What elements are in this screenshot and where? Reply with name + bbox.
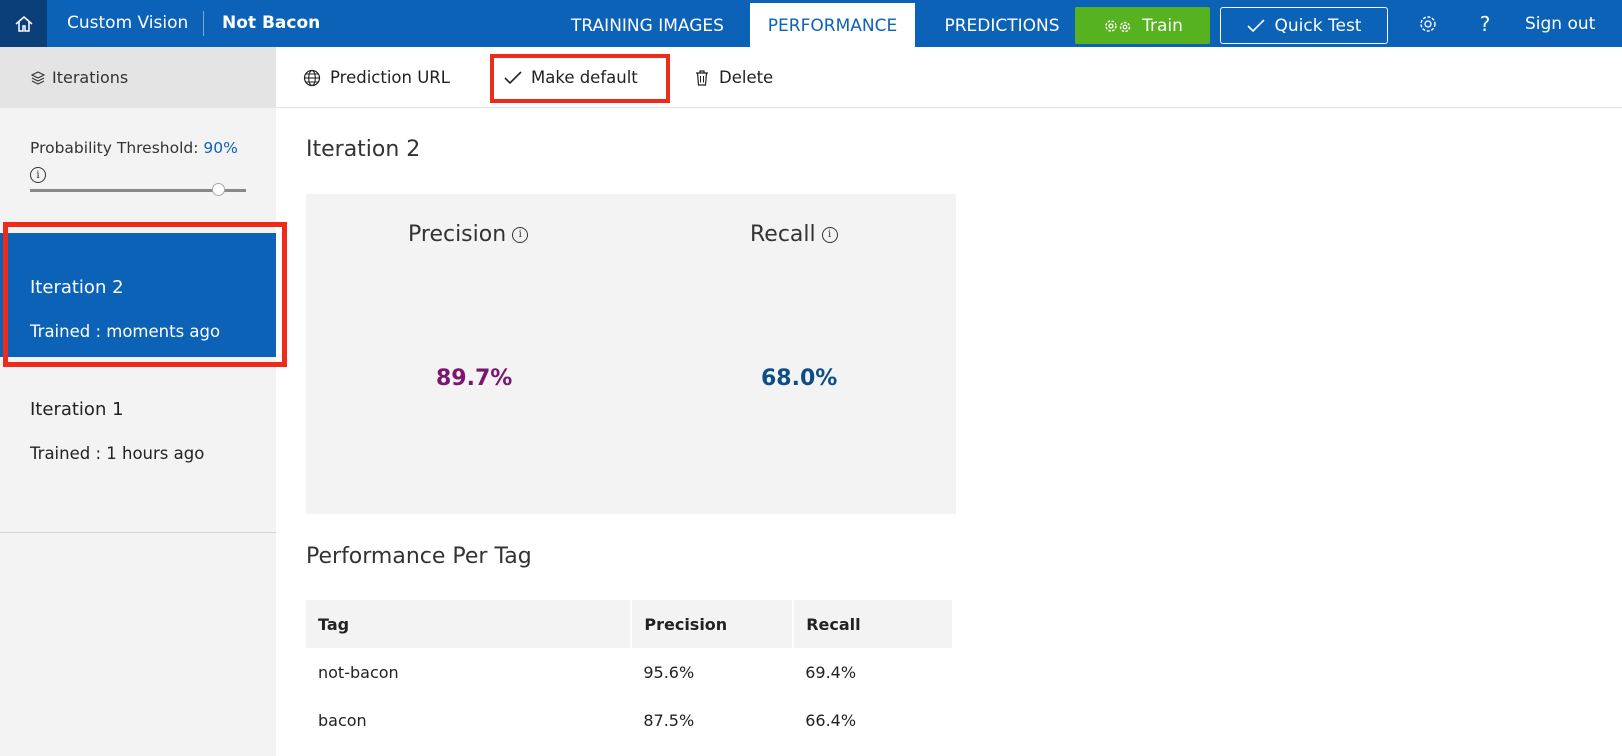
layers-icon	[30, 70, 46, 85]
tab-performance[interactable]: PERFORMANCE	[750, 3, 915, 47]
recall-value: 68.0%	[761, 366, 838, 391]
info-icon[interactable]: i	[512, 226, 529, 243]
home-button[interactable]	[0, 0, 47, 47]
help-button[interactable]: ?	[1470, 0, 1500, 47]
performance-per-tag-table: Tag Precision Recall not-bacon 95.6% 69.…	[306, 600, 954, 744]
checkmark-icon	[1246, 18, 1265, 32]
project-title[interactable]: Not Bacon	[222, 0, 320, 47]
quick-test-button[interactable]: Quick Test	[1220, 7, 1388, 44]
probability-threshold-label: Probability Threshold: 90%	[30, 139, 238, 157]
table-header-row: Tag Precision Recall	[306, 600, 954, 648]
top-bar: Custom Vision Not Bacon TRAINING IMAGES …	[0, 0, 1622, 47]
table-row: bacon 87.5% 66.4%	[306, 696, 953, 744]
tab-training-images[interactable]: TRAINING IMAGES	[560, 3, 735, 47]
delete-label: Delete	[719, 68, 774, 87]
recall-label-text: Recall	[750, 222, 816, 247]
help-icon: ?	[1479, 11, 1491, 36]
iteration-trained-time: Trained : 1 hours ago	[30, 444, 205, 463]
recall-cell: 69.4%	[805, 662, 857, 682]
table-row: not-bacon 95.6% 69.4%	[306, 648, 953, 696]
metrics-card: Precision i Recall i 89.7% 68.0%	[306, 194, 956, 514]
globe-icon	[303, 69, 321, 86]
train-button[interactable]: Train	[1075, 7, 1210, 44]
threshold-label-text: Probability Threshold:	[30, 139, 199, 157]
prediction-url-label: Prediction URL	[330, 68, 450, 87]
iteration-name: Iteration 1	[30, 399, 124, 420]
precision-cell: 87.5%	[643, 710, 695, 730]
recall-cell: 66.4%	[805, 710, 857, 730]
tab-predictions[interactable]: PREDICTIONS	[927, 3, 1077, 47]
title-divider	[203, 11, 204, 36]
toolbar: Prediction URL Make default Delete	[276, 47, 1622, 108]
recall-label: Recall i	[750, 222, 838, 247]
app-title[interactable]: Custom Vision	[67, 0, 188, 47]
train-label: Train	[1142, 15, 1183, 36]
prediction-url-button[interactable]: Prediction URL	[303, 47, 450, 108]
trash-icon	[696, 69, 708, 86]
info-icon[interactable]: i	[30, 167, 46, 183]
gears-icon	[1105, 19, 1131, 32]
quick-test-label: Quick Test	[1274, 15, 1362, 36]
precision-value: 89.7%	[436, 366, 513, 391]
column-header-precision[interactable]: Precision	[631, 600, 795, 648]
precision-label: Precision i	[408, 222, 529, 247]
sidebar: Iterations Probability Threshold: 90% i …	[0, 47, 276, 756]
precision-label-text: Precision	[408, 222, 507, 247]
precision-cell: 95.6%	[643, 662, 695, 682]
iterations-header[interactable]: Iterations	[0, 47, 276, 108]
home-icon	[15, 15, 32, 32]
column-header-tag[interactable]: Tag	[306, 600, 633, 648]
performance-per-tag-title: Performance Per Tag	[306, 544, 532, 569]
info-icon[interactable]: i	[821, 226, 838, 243]
iteration-2-highlight	[3, 222, 287, 367]
delete-button[interactable]: Delete	[694, 47, 773, 108]
gear-icon	[1420, 15, 1436, 32]
iteration-title: Iteration 2	[306, 137, 421, 162]
threshold-slider-handle[interactable]	[212, 183, 225, 196]
make-default-highlight	[490, 54, 670, 103]
iterations-header-label: Iterations	[52, 68, 129, 87]
column-header-recall[interactable]: Recall	[793, 600, 954, 648]
iteration-item-1[interactable]: Iteration 1 Trained : 1 hours ago	[0, 357, 276, 533]
tag-cell: bacon	[318, 710, 367, 730]
tag-cell: not-bacon	[318, 662, 399, 682]
threshold-value: 90%	[203, 139, 238, 157]
settings-button[interactable]	[1413, 0, 1443, 47]
sign-out-link[interactable]: Sign out	[1525, 0, 1595, 47]
